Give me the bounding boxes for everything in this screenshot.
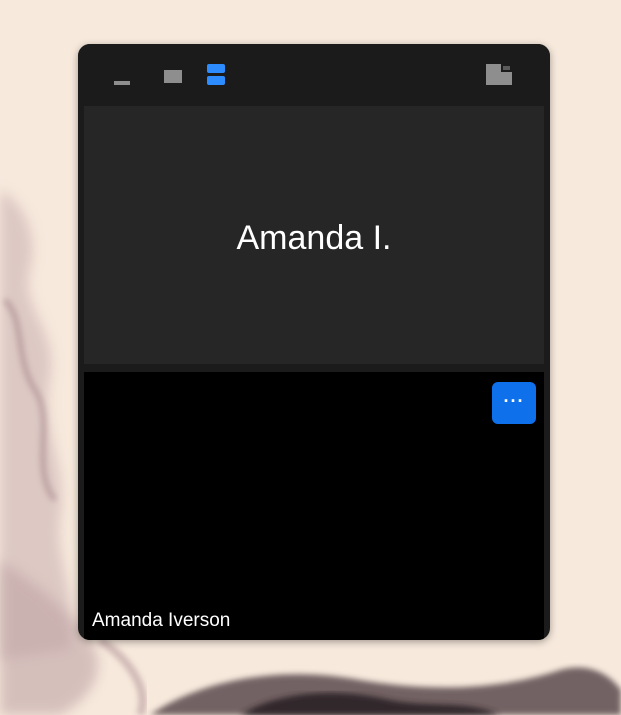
exit-mini-window-button[interactable] (482, 60, 516, 90)
more-options-icon: ··· (503, 391, 525, 411)
thumbnail-view-button[interactable] (202, 60, 230, 90)
thumbnail-view-icon (207, 64, 225, 73)
minimize-button[interactable] (108, 66, 136, 88)
minimize-icon (114, 81, 130, 85)
active-speaker-tile[interactable]: Amanda I. (84, 106, 544, 364)
participant-name-label: Amanda Iverson (92, 610, 231, 631)
active-speaker-name: Amanda I. (236, 219, 392, 257)
exit-mini-window-icon-inset (503, 66, 510, 70)
more-options-button[interactable]: ··· (492, 382, 536, 424)
speaker-view-button[interactable] (158, 64, 188, 88)
speaker-view-icon (164, 70, 182, 83)
zoom-mini-window: Amanda I. ··· Amanda Iverson (78, 44, 550, 640)
thumbnail-view-icon-lower (207, 76, 225, 85)
self-video-tile[interactable]: ··· Amanda Iverson (84, 372, 544, 640)
mini-window-toolbar (78, 44, 550, 106)
